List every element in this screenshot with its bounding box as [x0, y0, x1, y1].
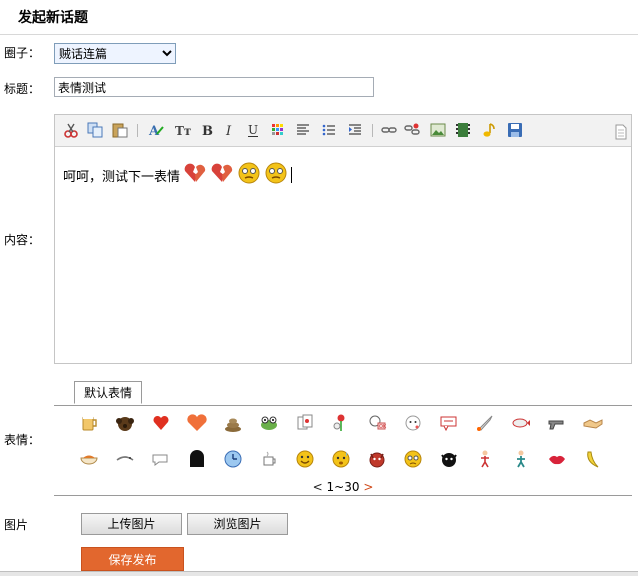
copy-icon[interactable] — [87, 122, 103, 138]
emoticons-label: 表情： — [4, 433, 41, 447]
clock-icon[interactable] — [223, 449, 243, 469]
grin-face-icon[interactable] — [295, 449, 315, 469]
text-caret — [291, 167, 293, 183]
image-icon[interactable] — [430, 122, 446, 138]
rocket-icon[interactable] — [475, 413, 495, 433]
heart-icon[interactable] — [151, 413, 171, 433]
bullet-list-icon[interactable] — [321, 122, 337, 138]
indent-icon[interactable] — [347, 122, 363, 138]
broken-heart-icon — [210, 162, 234, 188]
bird-icon[interactable] — [115, 449, 135, 469]
content-label: 内容： — [4, 233, 41, 247]
lips-icon[interactable] — [547, 449, 567, 469]
pager-next[interactable]: > — [363, 480, 373, 494]
page-header: 发起新话题 — [0, 0, 638, 35]
gun-icon[interactable] — [547, 413, 567, 433]
italic-icon[interactable]: I — [222, 122, 238, 138]
handshake-icon[interactable] — [583, 413, 603, 433]
coffee-cup-icon[interactable] — [259, 449, 279, 469]
bottom-bar — [0, 571, 638, 576]
svg-text:Tт: Tт — [175, 124, 191, 138]
circle-label: 圈子： — [4, 46, 41, 60]
worried-face-icon[interactable] — [403, 449, 423, 469]
upload-image-button[interactable]: 上传图片 — [81, 513, 182, 535]
big-heart-icon[interactable] — [187, 413, 207, 433]
svg-text:OK: OK — [379, 424, 387, 430]
svg-text:B: B — [202, 124, 213, 138]
emoticon-pager: < 1~30 > — [54, 480, 632, 494]
black-hair-icon[interactable] — [187, 449, 207, 469]
circle-select[interactable]: 贼话连篇 — [54, 43, 176, 64]
character-ok-icon[interactable]: OK — [367, 413, 387, 433]
devil-face-icon[interactable] — [367, 449, 387, 469]
frog-icon[interactable] — [259, 413, 279, 433]
align-icon[interactable] — [295, 122, 311, 138]
underline-icon[interactable]: U — [245, 122, 261, 138]
poop-icon[interactable] — [223, 413, 243, 433]
font-size-icon[interactable]: Tт — [175, 122, 191, 138]
pager-range: 1~30 — [326, 480, 360, 494]
browse-image-button[interactable]: 浏览图片 — [187, 513, 288, 535]
banana-icon[interactable] — [583, 449, 603, 469]
color-grid-icon[interactable] — [270, 122, 286, 138]
page-title: 发起新话题 — [18, 10, 88, 26]
title-input[interactable] — [54, 77, 374, 97]
svg-text:I: I — [225, 124, 232, 138]
tab-default-emoticons[interactable]: 默认表情 — [74, 381, 142, 404]
video-icon[interactable] — [455, 122, 471, 138]
emoticon-tab-bar: 默认表情 — [54, 381, 632, 406]
editor-toolbar: A Tт B I U — [55, 115, 631, 147]
food-bowl-icon[interactable] — [79, 449, 99, 469]
toolbar-separator — [137, 124, 138, 137]
speech-bubble-icon[interactable] — [151, 449, 171, 469]
puppy-icon[interactable] — [115, 413, 135, 433]
editor-content[interactable]: 呵呵，测试下一表情 — [63, 161, 293, 189]
cut-icon[interactable] — [63, 122, 79, 138]
image-label: 图片 — [4, 518, 29, 532]
sweat-face-icon[interactable] — [331, 449, 351, 469]
smiley-face-icon — [264, 161, 288, 189]
rose-figure-icon[interactable] — [331, 413, 351, 433]
bold-icon[interactable]: B — [199, 122, 215, 138]
link-icon[interactable] — [381, 122, 397, 138]
save-icon[interactable] — [507, 122, 523, 138]
document-icon[interactable] — [613, 124, 629, 140]
speech-sign-icon[interactable] — [439, 413, 459, 433]
paste-icon[interactable] — [112, 122, 128, 138]
pager-prev[interactable]: < — [313, 480, 323, 494]
ghost-cat-icon[interactable] — [403, 413, 423, 433]
text-style-icon[interactable]: A — [148, 122, 164, 138]
music-icon[interactable] — [480, 122, 496, 138]
rich-text-editor: A Tт B I U 呵呵，测试下一表情 — [54, 114, 632, 364]
dancer-icon[interactable] — [475, 449, 495, 469]
person-icon[interactable] — [511, 449, 531, 469]
editor-text: 呵呵，测试下一表情 — [63, 169, 181, 185]
title-label: 标题： — [4, 82, 41, 96]
black-cat-icon[interactable] — [439, 449, 459, 469]
unlink-icon[interactable] — [404, 122, 420, 138]
svg-text:A: A — [148, 124, 160, 138]
playing-cards-icon[interactable] — [295, 413, 315, 433]
broken-heart-icon — [183, 162, 207, 188]
svg-text:U: U — [248, 123, 258, 137]
save-publish-button[interactable]: 保存发布 — [81, 547, 184, 571]
fish-icon[interactable] — [511, 413, 531, 433]
smiley-face-icon — [237, 161, 261, 189]
toolbar-separator — [372, 124, 373, 137]
beer-mug-icon[interactable] — [79, 413, 99, 433]
